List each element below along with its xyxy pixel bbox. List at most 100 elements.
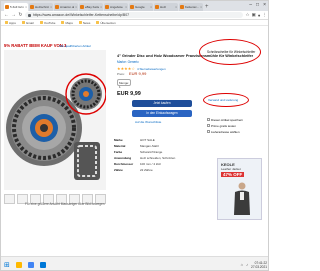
sponsored-ad[interactable]: KEOLE Leather Jacket 47% OFF bbox=[217, 158, 262, 220]
url-text: https://www.amazon.de/Winkelschleifer-Ke… bbox=[33, 13, 130, 17]
image-caption: Für eine größere Ansicht Mauszeiger über… bbox=[25, 202, 105, 206]
detail-key: Durchmesser bbox=[114, 162, 134, 166]
system-tray: ⌂ ♪ 07:41:22 27.03.2021 bbox=[241, 261, 267, 269]
star-icon[interactable]: ☆ bbox=[245, 12, 249, 18]
tab-title: Angebote bbox=[110, 5, 123, 9]
menu-icon[interactable]: ⋮ bbox=[263, 12, 268, 18]
bookmark[interactable]: Apps bbox=[5, 21, 16, 25]
reload-icon[interactable]: ↻ bbox=[18, 12, 23, 18]
favicon-icon bbox=[105, 5, 109, 9]
forward-icon[interactable]: → bbox=[11, 12, 16, 18]
detail-key: Anwendung bbox=[114, 156, 132, 160]
edge-icon[interactable] bbox=[39, 261, 46, 268]
browser-tab[interactable]: Holzschnitzerei...× bbox=[29, 3, 53, 11]
browser-tab[interactable]: Amazon.de × bbox=[54, 3, 78, 11]
tab-title: Holzschnitzerei... bbox=[35, 5, 49, 9]
volume-icon[interactable]: ♪ bbox=[246, 262, 248, 267]
bookmark[interactable]: Gmail bbox=[21, 21, 34, 25]
bookmark-label: News bbox=[82, 20, 91, 25]
product-details: Marke HOT SALE Material Mangan-Stahl Farbe… bbox=[114, 138, 224, 174]
grinder-disc-illustration bbox=[4, 50, 107, 190]
sidebar-link[interactable]: Versand und Lieferung bbox=[208, 98, 238, 102]
option-label: Prime gratis testen bbox=[211, 124, 237, 128]
detail-value: HOT SALE bbox=[140, 138, 155, 142]
brand-link[interactable]: Marke: Generic bbox=[117, 60, 139, 64]
browser-toolbar: ← → ↻ https://www.amazon.de/Winkelschlei… bbox=[1, 11, 268, 20]
ad-discount-badge: 47% OFF bbox=[221, 172, 245, 177]
product-page: 5% RABATT BEIM KAUF VON 3 Alle qualifizi… bbox=[1, 26, 268, 256]
browser-tab[interactable]: Kettensc... × bbox=[179, 3, 203, 11]
sidebar-option[interactable]: Lieferadresse wählen bbox=[207, 130, 243, 134]
favicon-icon bbox=[55, 5, 59, 9]
file-explorer-icon[interactable] bbox=[15, 261, 22, 268]
maximize-icon[interactable]: □ bbox=[256, 2, 259, 9]
clock[interactable]: 07:41:22 27.03.2021 bbox=[251, 261, 267, 269]
bookmark[interactable]: YouTube bbox=[39, 20, 56, 25]
close-icon[interactable]: × bbox=[200, 5, 202, 9]
jacket-model-image bbox=[234, 182, 250, 215]
thumbnail[interactable] bbox=[4, 194, 15, 204]
price-label: Preis: bbox=[117, 72, 125, 76]
lock-icon bbox=[28, 13, 31, 17]
ad-headline: Leather Jacket bbox=[221, 167, 241, 171]
close-icon[interactable]: × bbox=[125, 5, 127, 9]
browser-tab[interactable]: Holz × bbox=[154, 3, 178, 11]
close-window-icon[interactable]: × bbox=[263, 2, 266, 9]
bookmark[interactable]: Übersetzen bbox=[96, 21, 116, 25]
detail-row: Farbe Schwarz/Orange bbox=[114, 150, 224, 154]
close-icon[interactable]: × bbox=[75, 5, 77, 9]
browser-tab[interactable]: Angebote × bbox=[104, 3, 128, 11]
detail-row: Zähne 22 Zähne bbox=[114, 168, 224, 172]
detail-key: Marke bbox=[114, 138, 123, 142]
window-controls: – □ × bbox=[249, 2, 266, 9]
bookmark-label: Apps bbox=[9, 20, 16, 25]
bookmark-label: YouTube bbox=[43, 20, 56, 25]
tab-strip: 5 Zoll Grinder Disc...× Holzschnitzerei.… bbox=[1, 1, 268, 11]
favicon-icon bbox=[80, 5, 84, 9]
wishlist-link[interactable]: Auf die Wunschliste bbox=[135, 120, 207, 124]
checkbox-icon bbox=[207, 124, 210, 127]
extension-icon[interactable]: ▣ bbox=[252, 12, 256, 18]
bookmark-icon bbox=[39, 21, 43, 24]
address-bar[interactable]: https://www.amazon.de/Winkelschleifer-Ke… bbox=[25, 12, 244, 18]
bookmark[interactable]: Maps bbox=[61, 20, 73, 25]
minimize-icon[interactable]: – bbox=[249, 2, 252, 9]
profile-icon[interactable]: ● bbox=[258, 13, 261, 18]
bookmark[interactable]: News bbox=[78, 20, 91, 25]
close-icon[interactable]: × bbox=[50, 5, 52, 9]
product-image[interactable] bbox=[4, 50, 107, 190]
detail-value: 22 Zähne bbox=[140, 168, 153, 172]
detail-row: Marke HOT SALE bbox=[114, 138, 224, 142]
bookmark-icon bbox=[21, 21, 25, 24]
sidebar-option[interactable]: Diesen Artikel speichern bbox=[207, 118, 243, 122]
back-icon[interactable]: ← bbox=[4, 12, 9, 18]
quantity-select[interactable]: Menge: 1 bbox=[117, 79, 131, 89]
close-icon[interactable]: × bbox=[100, 5, 102, 9]
taskbar: ⊞ ⌂ ♪ 07:41:22 27.03.2021 bbox=[1, 256, 268, 270]
add-to-cart-button[interactable]: In den Einkaufswagen bbox=[132, 110, 192, 117]
promo-link[interactable]: Alle qualifizierten Artikel bbox=[59, 44, 91, 48]
tab-title: Google bbox=[135, 5, 145, 9]
option-label: Diesen Artikel speichern bbox=[211, 118, 244, 122]
sidebar-option[interactable]: Prime gratis testen bbox=[207, 124, 243, 128]
chrome-icon[interactable] bbox=[27, 261, 34, 268]
new-tab-button[interactable]: + bbox=[205, 3, 209, 11]
close-icon[interactable]: × bbox=[25, 5, 27, 9]
bookmark-icon bbox=[5, 21, 8, 24]
windows-start-icon[interactable]: ⊞ bbox=[4, 261, 10, 269]
close-icon[interactable]: × bbox=[175, 5, 177, 9]
close-icon[interactable]: × bbox=[150, 5, 152, 9]
browser-tab[interactable]: Google × bbox=[129, 3, 153, 11]
bookmark-icon bbox=[96, 21, 100, 24]
bookmark-icon bbox=[61, 21, 65, 24]
tab-title: Kettensc... bbox=[185, 5, 200, 9]
favicon-icon bbox=[5, 5, 9, 9]
buy-now-button[interactable]: Jetzt kaufen bbox=[132, 100, 192, 107]
browser-tab[interactable]: 5 Zoll Grinder Disc...× bbox=[4, 3, 28, 11]
bookmark-label: Maps bbox=[65, 20, 73, 25]
checkbox-icon bbox=[207, 130, 210, 133]
detail-value: Schwarz/Orange bbox=[140, 150, 163, 154]
detail-value: 100 mm / 4 Zoll bbox=[140, 162, 161, 166]
network-icon[interactable]: ⌂ bbox=[241, 262, 243, 267]
browser-tab[interactable]: eBay Kette...× bbox=[79, 3, 103, 11]
